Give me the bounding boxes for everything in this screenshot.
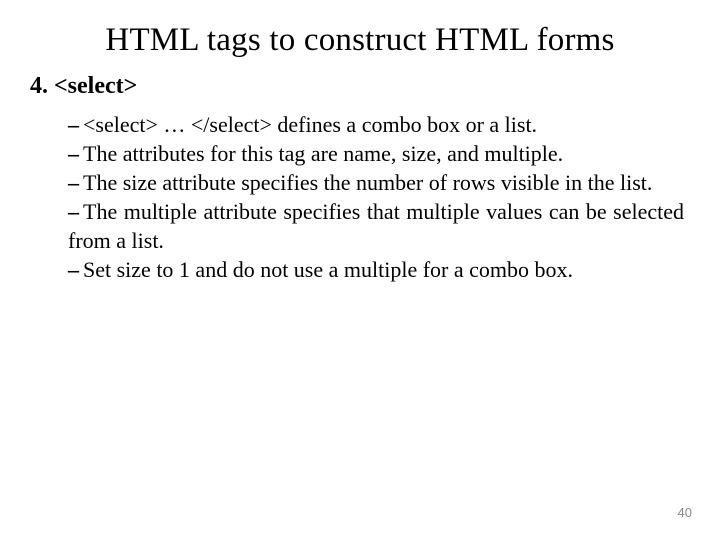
list-item: –The attributes for this tag are name, s…	[68, 139, 684, 168]
list-item: –The multiple attribute specifies that m…	[68, 197, 684, 255]
dash-icon: –	[68, 199, 79, 224]
bullet-text: The size attribute specifies the number …	[83, 170, 652, 195]
dash-icon: –	[68, 112, 79, 137]
list-item: –Set size to 1 and do not use a multiple…	[68, 255, 684, 284]
bullet-text: Set size to 1 and do not use a multiple …	[83, 257, 573, 282]
section-number: 4.	[30, 73, 48, 99]
dash-icon: –	[68, 170, 79, 195]
dash-icon: –	[68, 257, 79, 282]
page-number: 40	[678, 505, 692, 520]
slide-title: HTML tags to construct HTML forms	[36, 22, 684, 59]
bullet-text: <select> … </select> defines a combo box…	[83, 112, 537, 137]
bullet-list: –<select> … </select> defines a combo bo…	[36, 110, 684, 284]
dash-icon: –	[68, 141, 79, 166]
bullet-text: The multiple attribute specifies that mu…	[68, 199, 684, 253]
section-tag: <select>	[54, 73, 137, 99]
list-item: –The size attribute specifies the number…	[68, 168, 684, 197]
bullet-text: The attributes for this tag are name, si…	[83, 141, 563, 166]
section-heading: 4. <select>	[30, 73, 684, 100]
list-item: –<select> … </select> defines a combo bo…	[68, 110, 684, 139]
